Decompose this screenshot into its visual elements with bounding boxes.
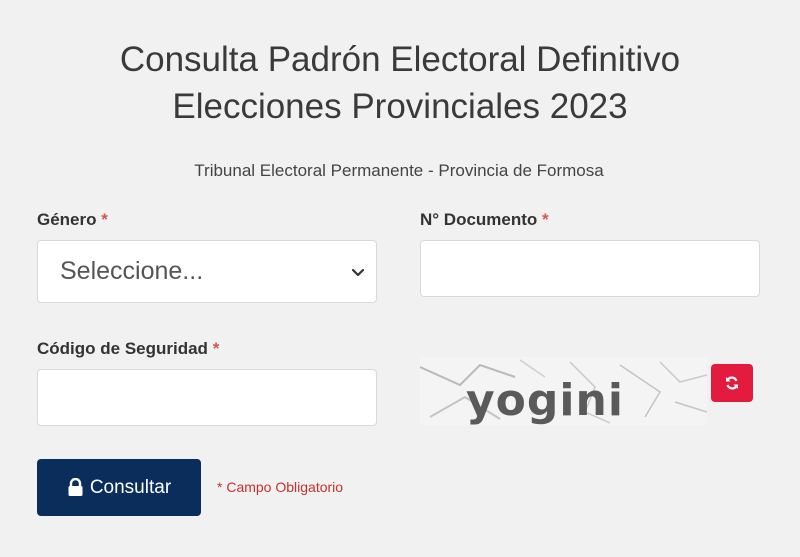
chevron-down-icon [351, 268, 365, 276]
consultar-button[interactable]: Consultar [37, 459, 201, 516]
genero-required-mark: * [101, 210, 108, 229]
documento-label-text: N° Documento [420, 210, 538, 229]
genero-selected-value: Seleccione... [60, 257, 204, 285]
genero-label: Género * [37, 210, 108, 230]
captcha-graphic: yogini [420, 357, 707, 425]
title-line-1: Consulta Padrón Electoral Definitivo [119, 40, 681, 79]
required-note: * Campo Obligatorio [217, 479, 344, 495]
refresh-captcha-button[interactable] [711, 364, 753, 402]
genero-label-text: Género [37, 210, 97, 229]
documento-required-mark: * [542, 210, 549, 229]
codigo-required-mark: * [212, 339, 220, 358]
documento-input[interactable] [420, 240, 760, 297]
lock-icon [68, 478, 83, 496]
codigo-label: Código de Seguridad * [37, 339, 219, 359]
captcha-text: yogini [466, 375, 624, 425]
codigo-label-text: Código de Seguridad [37, 339, 208, 358]
documento-label: N° Documento * [420, 210, 549, 230]
page-subtitle: Tribunal Electoral Permanente - Provinci… [194, 161, 604, 180]
title-line-2: Elecciones Provinciales 2023 [172, 87, 628, 126]
page-title: Consulta Padrón Electoral Definitivo Ele… [0, 36, 800, 130]
genero-select[interactable]: Seleccione... [37, 240, 377, 303]
consultar-label: Consultar [89, 476, 172, 498]
refresh-icon [726, 376, 738, 390]
captcha-image: yogini [420, 357, 707, 425]
codigo-input[interactable] [37, 369, 377, 426]
